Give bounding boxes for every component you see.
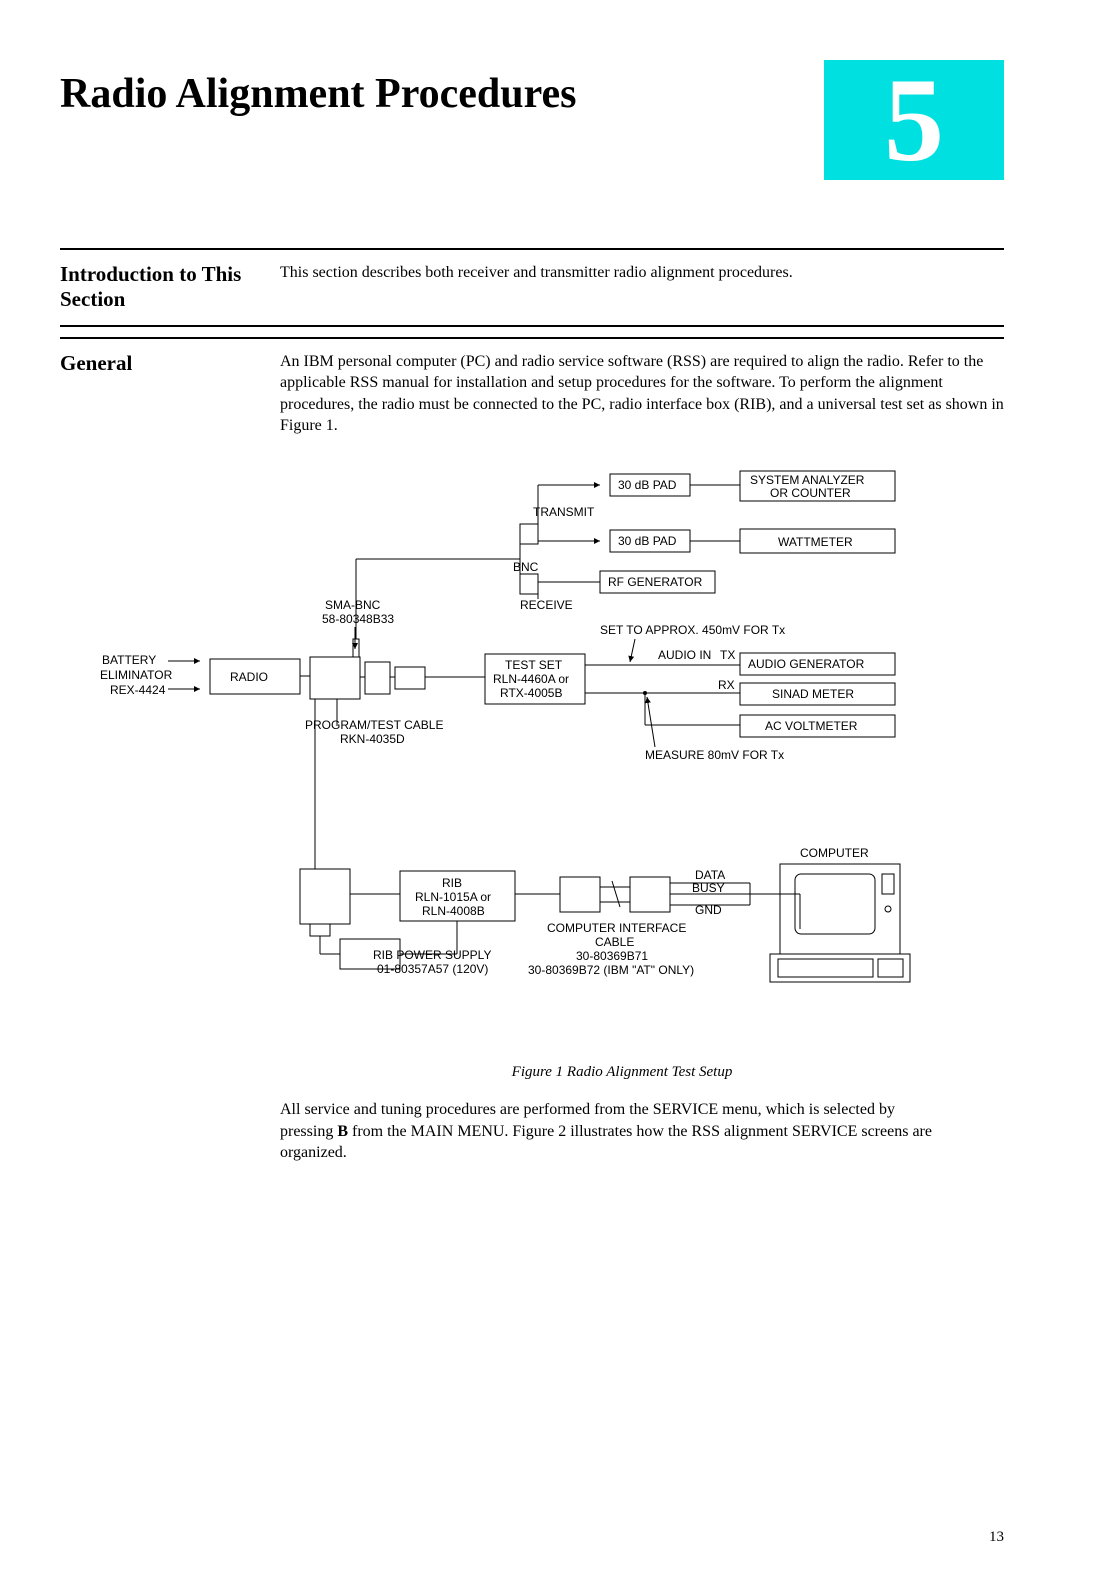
- transmit-label: TRANSMIT: [533, 505, 595, 519]
- section-introduction: Introduction to This Section This sectio…: [60, 248, 1004, 326]
- post-figure-text2: from the MAIN MENU. Figure 2 illustrates…: [280, 1123, 932, 1162]
- test-setup-diagram: BATTERY ELIMINATOR REX-4424 RADIO SMA-BN…: [100, 469, 1004, 1054]
- test-set-part2: RTX-4005B: [500, 686, 562, 700]
- tx-label: TX: [720, 648, 735, 662]
- computer-label: COMPUTER: [800, 846, 869, 860]
- key-b: B: [337, 1123, 348, 1140]
- rib-part2: RLN-4008B: [422, 904, 485, 918]
- bnc-label: BNC: [513, 560, 539, 574]
- analyzer-label1: SYSTEM ANALYZER: [750, 473, 865, 487]
- pad2-label: 30 dB PAD: [618, 534, 677, 548]
- rx-label: RX: [718, 678, 735, 692]
- program-cable-part: RKN-4035D: [340, 732, 405, 746]
- audio-in-label: AUDIO IN: [658, 648, 711, 662]
- sinad-label: SINAD METER: [772, 687, 854, 701]
- rex-label: REX-4424: [110, 683, 166, 697]
- set-approx-label: SET TO APPROX. 450mV FOR Tx: [600, 623, 785, 637]
- measure-label: MEASURE 80mV FOR Tx: [645, 748, 784, 762]
- busy-label: BUSY: [692, 881, 725, 895]
- rib-part1: RLN-1015A or: [415, 890, 491, 904]
- pad1-label: 30 dB PAD: [618, 478, 677, 492]
- comp-iface-part2: 30-80369B72 (IBM "AT" ONLY): [528, 963, 694, 977]
- rf-gen-label: RF GENERATOR: [608, 575, 703, 589]
- radio-box-label: RADIO: [230, 670, 268, 684]
- eliminator-label: ELIMINATOR: [100, 668, 173, 682]
- section-body-general: An IBM personal computer (PC) and radio …: [280, 351, 1004, 437]
- section-heading-intro: Introduction to This Section: [60, 262, 260, 312]
- ac-volt-label: AC VOLTMETER: [765, 719, 858, 733]
- test-set-part1: RLN-4460A or: [493, 672, 569, 686]
- data-label: DATA: [695, 868, 725, 882]
- post-figure-paragraph: All service and tuning procedures are pe…: [280, 1099, 944, 1164]
- audio-gen-label: AUDIO GENERATOR: [748, 657, 865, 671]
- battery-label: BATTERY: [102, 653, 156, 667]
- section-general: General An IBM personal computer (PC) an…: [60, 337, 1004, 449]
- section-heading-general: General: [60, 351, 260, 437]
- wattmeter-label: WATTMETER: [778, 535, 853, 549]
- section-body-intro: This section describes both receiver and…: [280, 262, 1004, 312]
- page-number: 13: [989, 1529, 1004, 1546]
- analyzer-label2: OR COUNTER: [770, 486, 851, 500]
- comp-iface-label1: COMPUTER INTERFACE: [547, 921, 686, 935]
- comp-iface-part1: 30-80369B71: [576, 949, 648, 963]
- comp-iface-label2: CABLE: [595, 935, 634, 949]
- sma-bnc-part: 58-80348B33: [322, 612, 394, 626]
- rib-label: RIB: [442, 876, 462, 890]
- rib-power-label: RIB POWER SUPPLY: [373, 948, 491, 962]
- figure-caption: Figure 1 Radio Alignment Test Setup: [240, 1064, 1004, 1081]
- receive-label: RECEIVE: [520, 598, 573, 612]
- rib-power-part: 01-80357A57 (120V): [377, 962, 488, 976]
- gnd-label: GND: [695, 903, 722, 917]
- test-set-label: TEST SET: [505, 658, 563, 672]
- program-cable-label: PROGRAM/TEST CABLE: [305, 718, 443, 732]
- chapter-number-badge: 5: [824, 60, 1004, 180]
- sma-bnc-label: SMA-BNC: [325, 598, 381, 612]
